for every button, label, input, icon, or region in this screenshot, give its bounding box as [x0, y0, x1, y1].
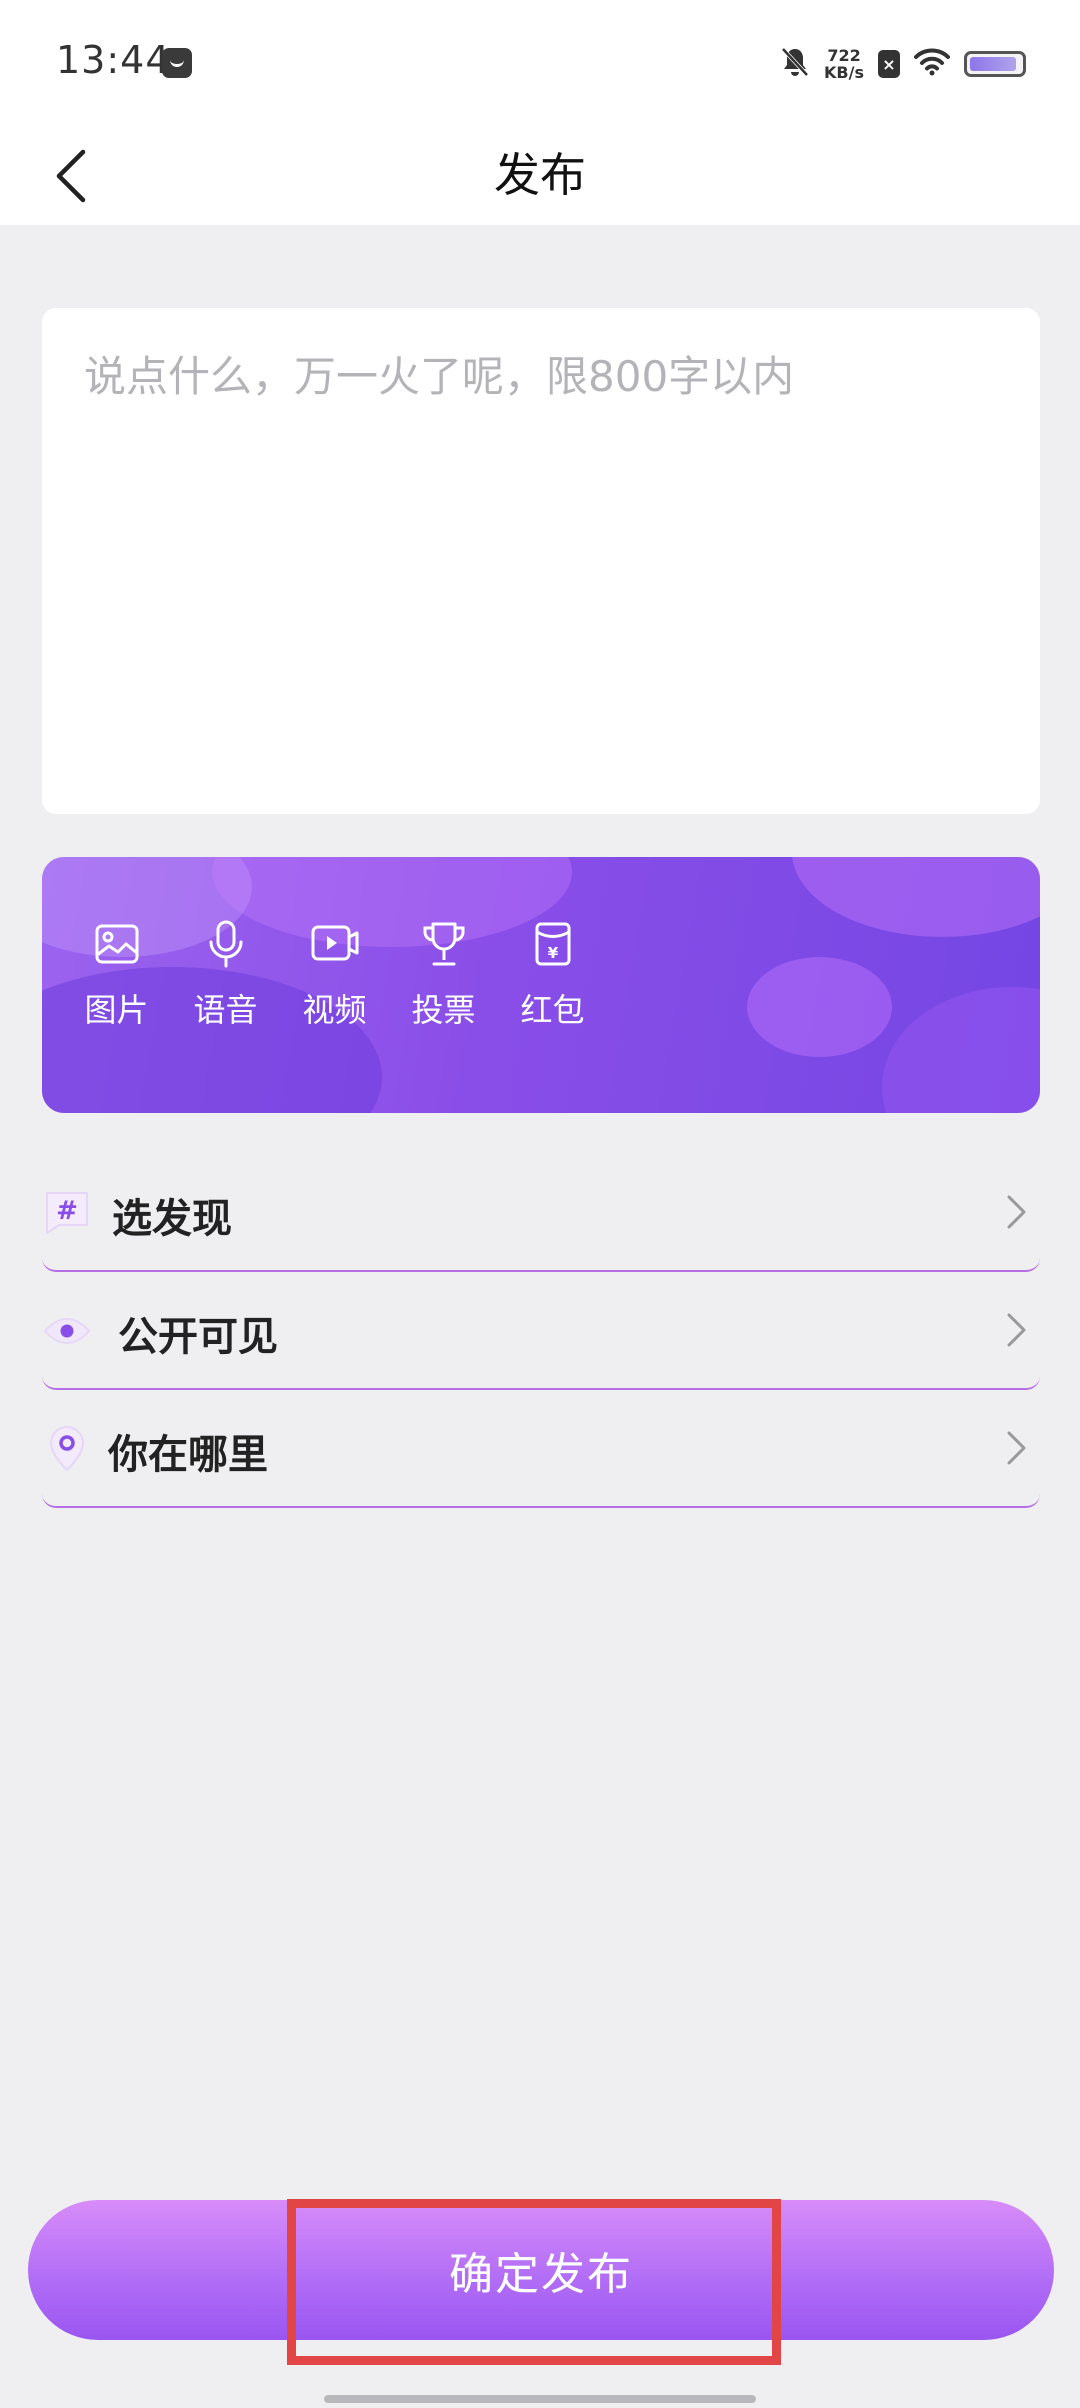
submit-label: 确定发布 [449, 2249, 633, 2300]
red-envelope-icon: ¥ [526, 917, 580, 971]
wifi-icon [914, 48, 950, 80]
status-time: 13:44 [56, 38, 171, 82]
battery-icon [964, 51, 1026, 77]
decorative-blob [792, 857, 1040, 937]
image-icon [90, 917, 144, 971]
post-text-card [42, 308, 1040, 814]
network-speed-value: 722 [827, 46, 861, 65]
tool-red-envelope-label: 红包 [520, 991, 585, 1029]
network-speed-unit: KB/s [824, 63, 864, 82]
tool-image-button[interactable]: 图片 [62, 917, 171, 1031]
option-location[interactable]: 你在哪里 [42, 1396, 1040, 1508]
tool-vote-label: 投票 [411, 991, 476, 1029]
attachment-toolbar: 图片 语音 视频 投票 ¥ 红包 [42, 857, 1040, 1113]
decorative-blob [747, 957, 892, 1057]
option-location-label: 你在哪里 [108, 1432, 268, 1478]
post-text-input[interactable] [84, 348, 994, 768]
battery-fill [970, 57, 1016, 71]
hashtag-icon: # [42, 1188, 92, 1238]
tool-video-button[interactable]: 视频 [280, 917, 389, 1031]
nav-bar: 发布 [0, 125, 1080, 225]
option-visibility[interactable]: 公开可见 [42, 1278, 1040, 1390]
tool-voice-label: 语音 [193, 991, 258, 1029]
chevron-right-icon [1002, 1190, 1032, 1234]
tool-red-envelope-button[interactable]: ¥ 红包 [498, 917, 607, 1031]
option-discover[interactable]: # 选发现 [42, 1160, 1040, 1272]
mute-bell-icon [780, 46, 810, 82]
tool-voice-button[interactable]: 语音 [171, 917, 280, 1031]
shopping-bag-icon [162, 48, 192, 78]
page-title: 发布 [494, 148, 586, 202]
option-discover-label: 选发现 [112, 1196, 232, 1242]
status-bar: 13:44 722 KB/s × [0, 0, 1080, 125]
location-pin-icon [42, 1424, 92, 1474]
video-icon [308, 917, 362, 971]
svg-text:¥: ¥ [547, 944, 558, 962]
home-indicator [324, 2395, 756, 2403]
chevron-right-icon [1002, 1308, 1032, 1352]
submit-button[interactable]: 确定发布 [28, 2200, 1054, 2340]
option-visibility-label: 公开可见 [118, 1314, 278, 1360]
tool-vote-button[interactable]: 投票 [389, 917, 498, 1031]
tool-video-label: 视频 [302, 991, 367, 1029]
chevron-right-icon [1002, 1426, 1032, 1470]
svg-text:#: # [56, 1196, 78, 1226]
microphone-icon [199, 917, 253, 971]
no-sim-icon: × [878, 50, 900, 78]
trophy-icon [417, 917, 471, 971]
network-speed: 722 KB/s [824, 47, 864, 81]
attachment-tool-row: 图片 语音 视频 投票 ¥ 红包 [62, 917, 607, 1031]
status-indicators: 722 KB/s × [780, 40, 1026, 88]
decorative-blob [882, 987, 1040, 1113]
tool-image-label: 图片 [84, 991, 149, 1029]
eye-icon [42, 1306, 92, 1356]
